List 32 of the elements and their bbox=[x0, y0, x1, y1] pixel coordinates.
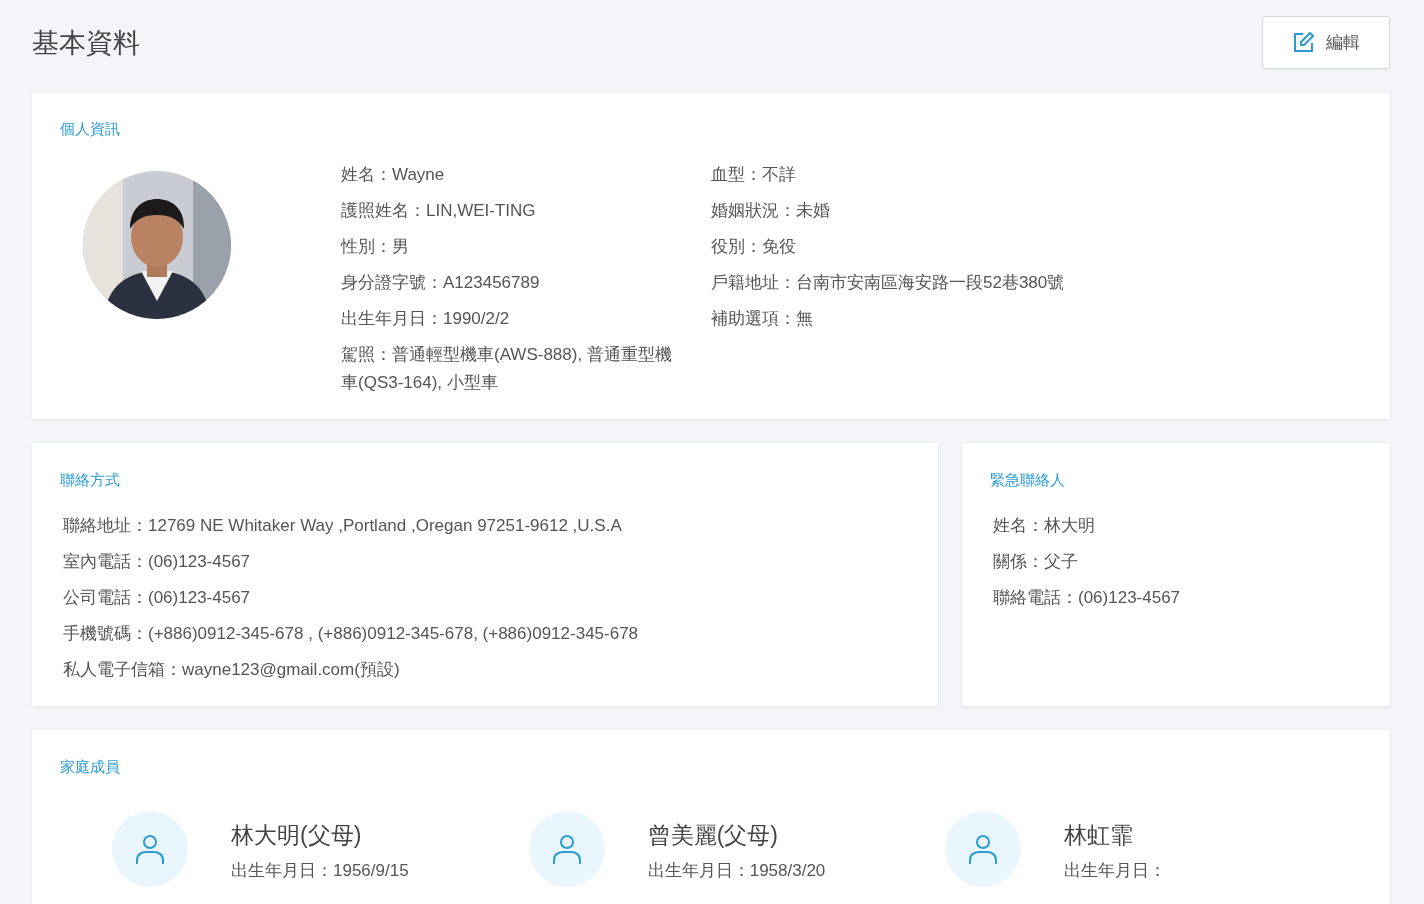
info-text: 駕照：普通輕型機車(AWS-888), 普通重型機車(QS3-164), 小型車 bbox=[341, 344, 673, 394]
info-text: 補助選項：無 bbox=[711, 308, 814, 330]
info-text: 戶籍地址：台南市安南區海安路一段52巷380號 bbox=[711, 272, 1066, 294]
info-text: 姓名：林大明 bbox=[993, 515, 1096, 537]
info-text: 私人電子信箱：wayne123@gmail.com(預設) bbox=[63, 659, 401, 681]
info-text: 關係：父子 bbox=[993, 551, 1079, 573]
member-name: 林虹霏 bbox=[1064, 821, 1135, 849]
page-title: 基本資料 bbox=[32, 26, 140, 60]
info-text: 性別：男 bbox=[341, 236, 410, 258]
info-text: 室內電話：(06)123-4567 bbox=[63, 551, 252, 573]
info-text: 公司電話：(06)123-4567 bbox=[63, 587, 252, 609]
edit-icon bbox=[1292, 31, 1314, 54]
edit-button[interactable]: 編輯 bbox=[1262, 16, 1390, 69]
member-name: 曾美麗(父母) bbox=[647, 821, 779, 849]
info-text: 出生年月日：1990/2/2 bbox=[341, 308, 511, 330]
info-text: 手機號碼：(+886)0912-345-678 , (+886)0912-345-678, (+886)0912-345-678 bbox=[63, 623, 640, 645]
info-text: 身分證字號：A123456789 bbox=[341, 272, 541, 294]
member-birthdate: 出生年月日：1958/3/20 bbox=[647, 860, 826, 882]
info-text: 血型：不詳 bbox=[711, 164, 797, 186]
section-heading: 聯絡方式 bbox=[60, 470, 120, 490]
member-birthdate: 出生年月日： bbox=[1064, 860, 1167, 882]
info-text: 姓名：Wayne bbox=[341, 164, 446, 186]
info-text: 護照姓名：LIN,WEI-TING bbox=[341, 200, 537, 222]
section-heading: 個人資訊 bbox=[60, 119, 120, 139]
info-text: 聯絡電話：(06)123-4567 bbox=[993, 587, 1182, 609]
section-heading: 家庭成員 bbox=[60, 757, 120, 777]
info-text: 婚姻狀況：未婚 bbox=[711, 200, 831, 222]
section-heading: 緊急聯絡人 bbox=[990, 470, 1065, 490]
member-name: 林大明(父母) bbox=[231, 821, 363, 849]
info-text: 役別：免役 bbox=[711, 236, 797, 258]
member-birthdate: 出生年月日：1956/9/15 bbox=[231, 860, 409, 882]
info-text: 聯絡地址：12769 NE Whitaker Way ,Portland ,Oregan 97251-9612 ,U.S.A bbox=[63, 515, 623, 537]
